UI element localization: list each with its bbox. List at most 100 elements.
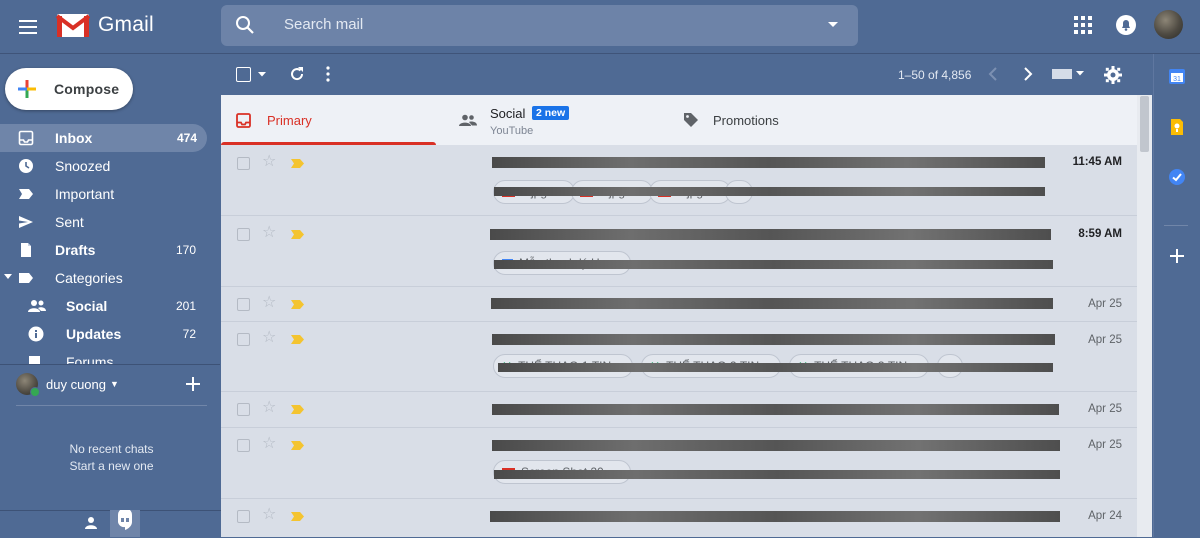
- tasks-icon[interactable]: [1168, 168, 1186, 186]
- online-status-dot: [30, 387, 40, 397]
- side-panel-divider: [1164, 225, 1188, 226]
- chat-empty-state: No recent chats Start a new one: [0, 441, 223, 475]
- star-icon[interactable]: ☆: [262, 225, 276, 241]
- tab-social[interactable]: Social 2 new YouTube: [446, 95, 666, 145]
- nav-item-important[interactable]: Important: [0, 180, 220, 208]
- settings-gear-icon[interactable]: [1104, 66, 1122, 84]
- tab-social-label: Social: [490, 106, 526, 121]
- chat-avatar: [16, 373, 40, 397]
- nav-label-forums: Forums: [66, 354, 114, 364]
- nav-item-categories[interactable]: Categories: [0, 264, 220, 292]
- compose-button[interactable]: Compose: [5, 68, 133, 110]
- email-row[interactable]: ☆ Mẫu thanh lý Ho 8:59 AM: [221, 216, 1137, 287]
- row-checkbox[interactable]: [237, 439, 250, 452]
- email-row[interactable]: ☆ Apr 25: [221, 392, 1137, 428]
- hangouts-tab[interactable]: [110, 510, 140, 537]
- email-row[interactable]: ☆ Apr 25: [221, 287, 1137, 322]
- select-all-checkbox[interactable]: [236, 67, 251, 82]
- email-row[interactable]: ☆ Apr 24: [221, 499, 1137, 537]
- row-checkbox[interactable]: [237, 510, 250, 523]
- contacts-person-icon[interactable]: [84, 516, 98, 530]
- get-addons-plus-icon[interactable]: [1170, 249, 1184, 263]
- row-checkbox[interactable]: [237, 228, 250, 241]
- email-row[interactable]: ☆ ✕THỂ THAO 1.TIN ✕THỂ THAO 2.TIN ✕THỂ T…: [221, 322, 1137, 392]
- caret-down-icon[interactable]: [4, 274, 12, 280]
- tab-social-sublabel: YouTube: [490, 125, 534, 137]
- calendar-icon[interactable]: 31: [1168, 67, 1186, 85]
- inbox-tab-icon: [236, 113, 251, 128]
- refresh-icon[interactable]: [288, 65, 306, 83]
- importance-marker-icon[interactable]: [291, 335, 304, 344]
- notifications-bell-icon[interactable]: [1114, 13, 1138, 37]
- apps-grid-icon[interactable]: [1074, 16, 1092, 34]
- chat-user[interactable]: duy cuong ▼: [16, 373, 119, 397]
- nav-item-snoozed[interactable]: Snoozed: [0, 152, 220, 180]
- new-chat-plus-icon[interactable]: [186, 377, 200, 391]
- redacted-email-content: [490, 511, 1060, 522]
- chat-user-name: duy cuong: [46, 376, 106, 392]
- nav-item-social[interactable]: Social 201: [0, 292, 220, 320]
- keep-notes-icon[interactable]: [1170, 118, 1184, 136]
- email-row[interactable]: ☆ 1.jpg 2.jpg 3.jpg 3 11:45 AM: [221, 145, 1137, 216]
- row-checkbox[interactable]: [237, 157, 250, 170]
- tab-primary[interactable]: Primary: [221, 95, 436, 145]
- star-icon[interactable]: ☆: [262, 330, 276, 346]
- search-input[interactable]: Search mail: [284, 16, 363, 33]
- no-recent-chats-text: No recent chats: [69, 442, 154, 456]
- inbox-icon: [18, 130, 34, 146]
- star-icon[interactable]: ☆: [262, 436, 276, 452]
- vertical-scrollbar[interactable]: [1137, 95, 1152, 537]
- chat-status-caret-icon[interactable]: ▼: [110, 379, 119, 389]
- email-list: ☆ 1.jpg 2.jpg 3.jpg 3 11:45 AM ☆ Mẫu tha…: [221, 145, 1137, 537]
- chevron-right-icon[interactable]: [1022, 67, 1034, 81]
- row-checkbox[interactable]: [237, 333, 250, 346]
- importance-marker-icon[interactable]: [291, 159, 304, 168]
- nav-label-inbox: Inbox: [55, 130, 93, 146]
- compose-plus-icon: [18, 80, 36, 98]
- important-marker-icon: [18, 186, 34, 202]
- left-navigation: Inbox 474 Snoozed Important Sent Drafts …: [0, 124, 220, 364]
- redacted-email-content: [492, 334, 1055, 345]
- chevron-left-icon[interactable]: [987, 67, 999, 81]
- scrollbar-thumb[interactable]: [1140, 96, 1149, 152]
- star-icon[interactable]: ☆: [262, 295, 276, 311]
- select-options-caret-icon[interactable]: [258, 72, 266, 77]
- start-new-chat-link[interactable]: Start a new one: [0, 458, 223, 475]
- label-tag-icon: [18, 270, 34, 286]
- nav-item-sent[interactable]: Sent: [0, 208, 220, 236]
- search-options-icon[interactable]: [826, 21, 840, 29]
- redacted-email-content: [492, 157, 1045, 168]
- account-avatar[interactable]: [1154, 10, 1183, 39]
- email-date: Apr 25: [1088, 403, 1122, 415]
- importance-marker-icon[interactable]: [291, 512, 304, 521]
- tab-primary-label: Primary: [267, 113, 312, 128]
- tab-promotions[interactable]: Promotions: [671, 95, 891, 145]
- nav-chat-divider: [0, 364, 220, 365]
- main-menu-icon[interactable]: [12, 11, 44, 43]
- importance-marker-icon[interactable]: [291, 300, 304, 309]
- search-icon[interactable]: [234, 14, 256, 36]
- nav-item-updates[interactable]: Updates 72: [0, 320, 220, 348]
- email-row[interactable]: ☆ Screen Shot 20 Apr 25: [221, 428, 1137, 499]
- row-checkbox[interactable]: [237, 403, 250, 416]
- gmail-m-icon: [56, 14, 90, 37]
- nav-item-drafts[interactable]: Drafts 170: [0, 236, 220, 264]
- star-icon[interactable]: ☆: [262, 507, 276, 523]
- clock-icon: [18, 158, 34, 174]
- input-tools-keyboard-icon[interactable]: [1052, 69, 1072, 79]
- nav-item-inbox[interactable]: Inbox 474: [0, 124, 207, 152]
- gmail-logo[interactable]: Gmail: [56, 12, 154, 38]
- input-tools-caret-icon[interactable]: [1076, 71, 1084, 76]
- more-options-icon[interactable]: [325, 66, 331, 82]
- new-count-badge: 2 new: [532, 106, 570, 120]
- importance-marker-icon[interactable]: [291, 230, 304, 239]
- redacted-email-content: [491, 298, 1053, 309]
- importance-marker-icon[interactable]: [291, 405, 304, 414]
- star-icon[interactable]: ☆: [262, 400, 276, 416]
- row-checkbox[interactable]: [237, 298, 250, 311]
- importance-marker-icon[interactable]: [291, 441, 304, 450]
- redacted-email-content: [492, 404, 1059, 415]
- nav-item-forums[interactable]: Forums: [0, 348, 220, 364]
- star-icon[interactable]: ☆: [262, 154, 276, 170]
- forum-icon: [28, 354, 44, 364]
